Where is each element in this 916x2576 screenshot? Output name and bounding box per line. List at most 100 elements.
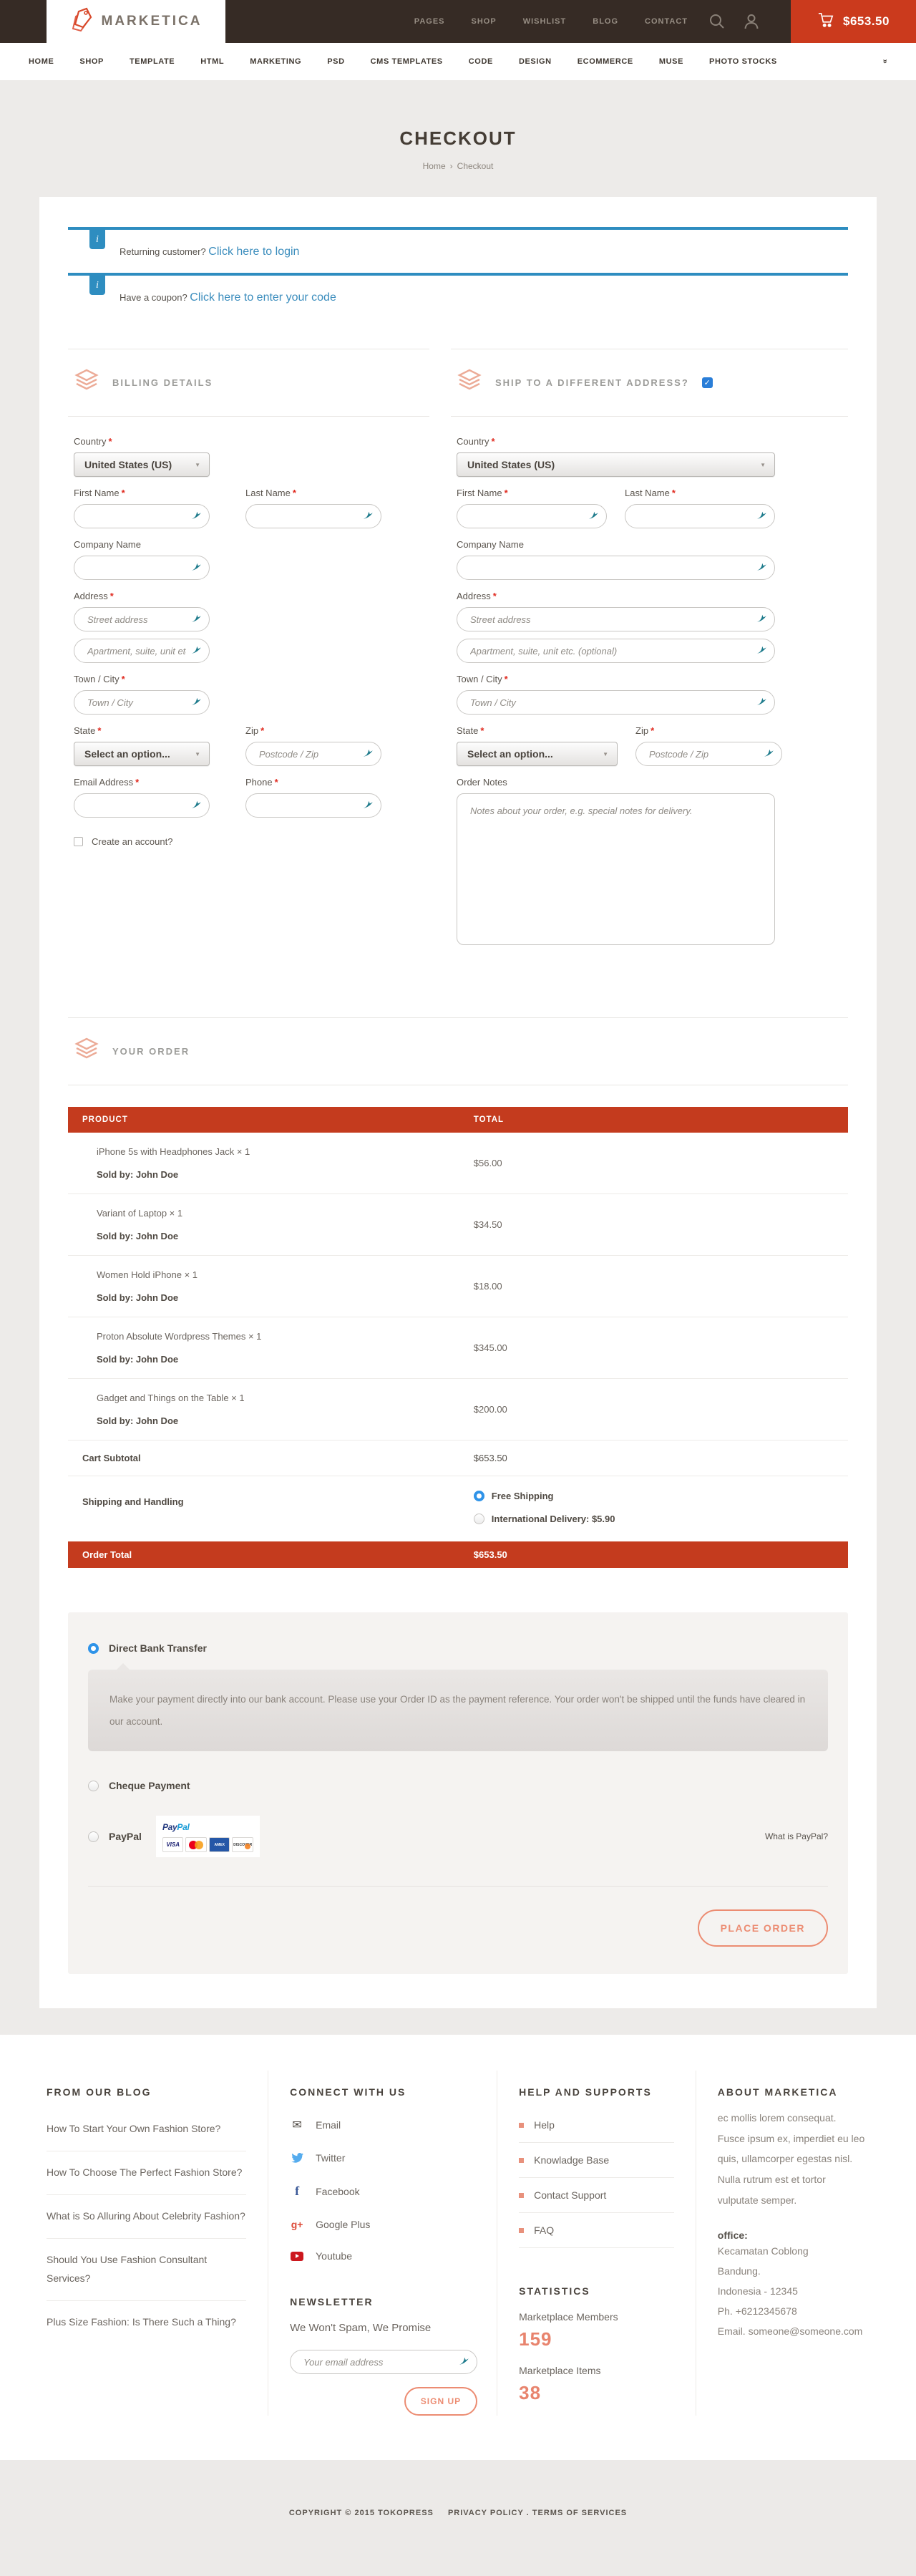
billing-last-name-input[interactable] (245, 504, 381, 528)
policy-links[interactable]: PRIVACY POLICY . TERMS OF SERVICES (448, 2509, 627, 2517)
billing-town-input[interactable] (74, 690, 210, 715)
radio-selected-icon[interactable] (88, 1643, 99, 1654)
breadcrumb: Home›Checkout (0, 161, 916, 171)
shipping-first-name-input[interactable] (457, 504, 607, 528)
shipping-section: SHIP TO A DIFFERENT ADDRESS? ✓ Country* … (451, 349, 848, 949)
direct-bank-transfer-option[interactable]: Direct Bank Transfer (88, 1642, 828, 1654)
menu-muse[interactable]: MUSE (659, 57, 683, 66)
blog-link[interactable]: Should You Use Fashion Consultant Servic… (47, 2239, 246, 2301)
logo[interactable]: MARKETICA (47, 0, 225, 43)
billing-country-select[interactable]: United States (US) ▼ (74, 452, 210, 477)
billing-first-name-input[interactable] (74, 504, 210, 528)
order-table: PRODUCT TOTAL iPhone 5s with Headphones … (68, 1107, 848, 1568)
discover-card-icon: DISCOVER (232, 1837, 253, 1852)
office-label: office: (718, 2229, 866, 2241)
coupon-link[interactable]: Click here to enter your code (190, 291, 336, 304)
radio-icon[interactable] (474, 1514, 484, 1524)
newsletter-signup-button[interactable]: SIGN UP (404, 2387, 477, 2416)
nav-contact[interactable]: CONTACT (645, 17, 688, 26)
menu-cms-templates[interactable]: CMS TEMPLATES (371, 57, 443, 66)
cart-icon (817, 12, 834, 32)
menu-template[interactable]: TEMPLATE (130, 57, 175, 66)
chevron-double-down-icon[interactable]: » (881, 59, 890, 64)
blog-link[interactable]: How To Choose The Perfect Fashion Store? (47, 2151, 246, 2195)
help-link[interactable]: Contact Support (519, 2178, 674, 2213)
help-link[interactable]: Knowladge Base (519, 2143, 674, 2178)
user-icon[interactable] (744, 14, 759, 29)
billing-email-input[interactable] (74, 793, 210, 818)
menu-ecommerce[interactable]: ECOMMERCE (578, 57, 633, 66)
shipping-company-input[interactable] (457, 556, 775, 580)
billing-phone-input[interactable] (245, 793, 381, 818)
visa-card-icon: VISA (162, 1837, 184, 1852)
menu-home[interactable]: HOME (29, 57, 54, 66)
order-item-name: Proton Absolute Wordpress Themes × 1 (82, 1331, 474, 1342)
create-account-checkbox[interactable] (74, 837, 83, 846)
nav-shop[interactable]: SHOP (472, 17, 497, 26)
billing-zip-input[interactable] (245, 742, 381, 766)
social-link-youtube[interactable]: Youtube (290, 2250, 475, 2262)
order-item-name: iPhone 5s with Headphones Jack × 1 (82, 1146, 474, 1157)
search-icon[interactable] (709, 14, 725, 29)
menu-html[interactable]: HTML (200, 57, 224, 66)
ship-different-checkbox[interactable]: ✓ (702, 377, 713, 388)
what-is-paypal-link[interactable]: What is PayPal? (765, 1831, 828, 1841)
shipping-handling-label: Shipping and Handling (68, 1491, 474, 1524)
menu-psd[interactable]: PSD (327, 57, 344, 66)
bullet-icon (519, 2123, 524, 2128)
breadcrumb-home[interactable]: Home (423, 161, 446, 171)
social-link-twitter[interactable]: Twitter (290, 2152, 475, 2164)
layers-icon (74, 1037, 99, 1065)
billing-apartment-input[interactable] (74, 639, 210, 663)
order-item-total: $345.00 (474, 1342, 848, 1353)
cheque-payment-option[interactable]: Cheque Payment (88, 1780, 828, 1791)
billing-street-input[interactable] (74, 607, 210, 631)
newsletter-email-input[interactable] (290, 2350, 477, 2374)
shipping-street-input[interactable] (457, 607, 775, 631)
place-order-button[interactable]: PLACE ORDER (698, 1909, 828, 1947)
menu-code[interactable]: CODE (469, 57, 493, 66)
page-hero: CHECKOUT Home›Checkout (0, 80, 916, 197)
nav-pages[interactable]: PAGES (414, 17, 445, 26)
menu-design[interactable]: DESIGN (519, 57, 552, 66)
nav-blog[interactable]: BLOG (593, 17, 618, 26)
shipping-town-input[interactable] (457, 690, 775, 715)
shipping-apartment-input[interactable] (457, 639, 775, 663)
nav-wishlist[interactable]: WISHLIST (523, 17, 567, 26)
cart-button[interactable]: $653.50 (791, 0, 916, 43)
blog-link[interactable]: Plus Size Fashion: Is There Such a Thing… (47, 2301, 246, 2344)
blog-link[interactable]: What is So Alluring About Celebrity Fash… (47, 2195, 246, 2239)
social-link-facebook[interactable]: f Facebook (290, 2184, 475, 2199)
paypal-option[interactable]: PayPal PayPal VISA AMEX DISCOVER What is… (88, 1816, 828, 1857)
newsletter-heading: NEWSLETTER (290, 2296, 475, 2308)
shipping-last-name-input[interactable] (625, 504, 775, 528)
login-link[interactable]: Click here to login (208, 246, 299, 258)
radio-selected-icon[interactable] (474, 1491, 484, 1501)
shipping-country-select[interactable]: United States (US) ▼ (457, 452, 775, 477)
help-link[interactable]: Help (519, 2108, 674, 2143)
shipping-state-select[interactable]: Select an option... ▼ (457, 742, 618, 766)
social-link-email[interactable]: ✉ Email (290, 2118, 475, 2132)
free-shipping-option[interactable]: Free Shipping (474, 1491, 848, 1501)
billing-state-select[interactable]: Select an option... ▼ (74, 742, 210, 766)
billing-company-input[interactable] (74, 556, 210, 580)
order-notes-textarea[interactable] (457, 793, 775, 945)
returning-customer-notice: i Returning customer? Click here to logi… (68, 227, 848, 273)
social-link-google-plus[interactable]: g+ Google Plus (290, 2219, 475, 2230)
menu-photo-stocks[interactable]: PHOTO STOCKS (709, 57, 777, 66)
order-item-total: $34.50 (474, 1219, 848, 1230)
blog-link[interactable]: How To Start Your Own Fashion Store? (47, 2108, 246, 2151)
radio-icon[interactable] (88, 1781, 99, 1791)
shipping-zip-input[interactable] (635, 742, 782, 766)
facebook-icon: f (290, 2184, 304, 2199)
footer-connect-column: CONNECT WITH US ✉ Email Twitter f Facebo… (268, 2071, 497, 2416)
main-menubar: HOME SHOP TEMPLATE HTML MARKETING PSD CM… (0, 43, 916, 80)
items-label: Marketplace Items (519, 2365, 674, 2376)
radio-icon[interactable] (88, 1831, 99, 1842)
coupon-text: Have a coupon? (120, 292, 190, 303)
menu-marketing[interactable]: MARKETING (250, 57, 301, 66)
menu-shop[interactable]: SHOP (79, 57, 104, 66)
international-delivery-option[interactable]: International Delivery: $5.90 (474, 1514, 848, 1524)
bullet-icon (519, 2228, 524, 2233)
help-link[interactable]: FAQ (519, 2213, 674, 2248)
